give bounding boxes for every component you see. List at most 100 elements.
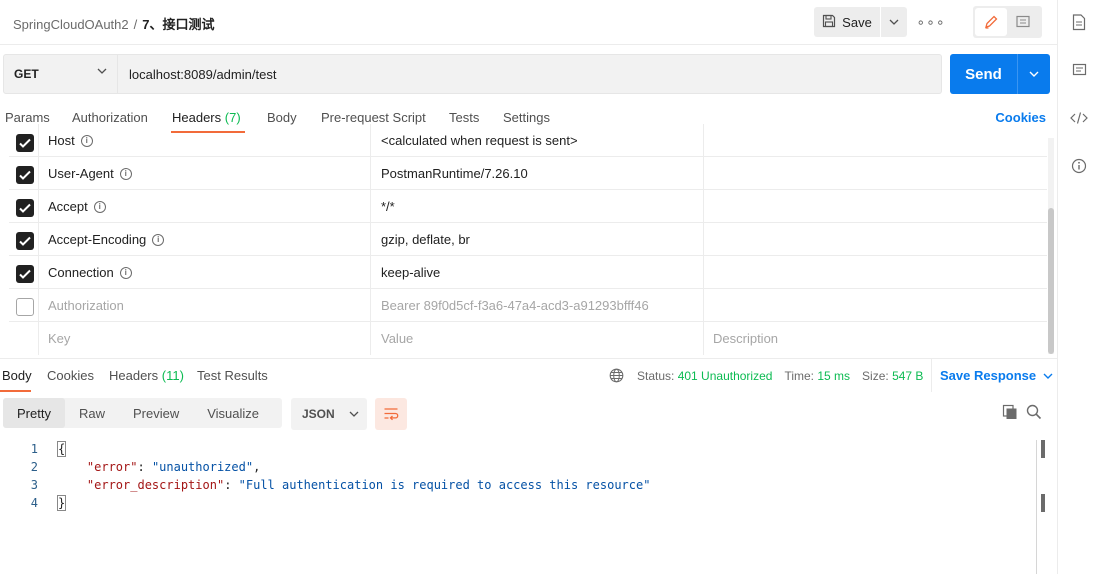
scrollbar-thumb[interactable] bbox=[1048, 208, 1054, 354]
open-brace: { bbox=[56, 441, 67, 457]
tab-body[interactable]: Body bbox=[267, 110, 297, 125]
headers-table: Host i <calculated when request is sent> … bbox=[9, 124, 1047, 355]
breadcrumb-collection[interactable]: SpringCloudOAuth2 bbox=[13, 17, 129, 32]
info-icon[interactable]: i bbox=[119, 266, 132, 279]
info-icon[interactable]: i bbox=[80, 134, 93, 147]
comments-icon[interactable] bbox=[1070, 61, 1088, 79]
header-description[interactable] bbox=[703, 157, 1047, 190]
header-value[interactable]: <calculated when request is sent> bbox=[370, 124, 703, 157]
breadcrumb-request[interactable]: 7、接口测试 bbox=[142, 17, 214, 32]
wrap-lines-icon bbox=[384, 408, 399, 421]
table-row: Accept-Encoding i gzip, deflate, br bbox=[9, 223, 1047, 256]
table-row: Host i <calculated when request is sent> bbox=[9, 124, 1047, 157]
header-checkbox[interactable] bbox=[16, 232, 34, 250]
header-value[interactable]: keep-alive bbox=[370, 256, 703, 289]
format-preview[interactable]: Preview bbox=[119, 398, 193, 428]
save-options-button[interactable] bbox=[881, 7, 907, 37]
globe-icon[interactable] bbox=[609, 368, 624, 383]
header-key[interactable]: Authorization bbox=[48, 298, 124, 313]
save-button[interactable]: Save bbox=[814, 7, 881, 37]
save-label: Save bbox=[842, 14, 872, 30]
send-button[interactable]: Send bbox=[950, 54, 1018, 94]
edit-mode-button[interactable] bbox=[975, 8, 1007, 36]
line-number: 1 bbox=[30, 442, 38, 456]
pencil-icon bbox=[985, 15, 998, 29]
time-value[interactable]: 15 ms bbox=[817, 369, 850, 383]
header-description[interactable] bbox=[703, 124, 1047, 157]
format-pretty[interactable]: Pretty bbox=[3, 398, 65, 428]
time-label: Time: bbox=[784, 368, 814, 383]
info-icon[interactable]: i bbox=[152, 233, 165, 246]
header-key[interactable]: Host bbox=[48, 133, 75, 148]
format-raw[interactable]: Raw bbox=[65, 398, 119, 428]
checkmark-icon bbox=[19, 236, 31, 246]
size-value[interactable]: 547 B bbox=[892, 369, 923, 383]
code-snippet-icon[interactable] bbox=[1070, 109, 1088, 127]
header-description[interactable] bbox=[703, 223, 1047, 256]
line-number: 2 bbox=[30, 460, 38, 474]
header-description[interactable] bbox=[703, 256, 1047, 289]
response-tab-cookies[interactable]: Cookies bbox=[47, 368, 94, 383]
copy-icon[interactable] bbox=[1002, 404, 1018, 423]
headers-scrollbar[interactable] bbox=[1048, 138, 1054, 354]
info-icon[interactable]: i bbox=[119, 167, 132, 180]
response-tab-headers-count: (11) bbox=[161, 368, 184, 383]
header-value[interactable]: PostmanRuntime/7.26.10 bbox=[370, 157, 703, 190]
tab-settings[interactable]: Settings bbox=[503, 110, 550, 125]
format-visualize[interactable]: Visualize bbox=[193, 398, 273, 428]
send-options-button[interactable] bbox=[1018, 54, 1050, 94]
response-tab-headers[interactable]: Headers (11) bbox=[109, 368, 184, 383]
save-response-button[interactable]: Save Response bbox=[931, 359, 1053, 392]
header-key[interactable]: Accept bbox=[48, 199, 88, 214]
language-select[interactable]: JSON bbox=[291, 398, 367, 430]
response-tabs: Body Cookies Headers (11) Test Results S… bbox=[0, 358, 1057, 392]
header-key[interactable]: Connection bbox=[48, 265, 114, 280]
comment-mode-button[interactable] bbox=[1007, 8, 1039, 36]
new-header-value-input[interactable]: Value bbox=[370, 322, 703, 355]
info-icon[interactable] bbox=[1070, 157, 1088, 175]
header-checkbox[interactable] bbox=[16, 199, 34, 217]
new-header-key-input[interactable]: Key bbox=[38, 322, 371, 355]
cookies-link[interactable]: Cookies bbox=[995, 110, 1046, 125]
code-scrollbar[interactable] bbox=[1036, 440, 1037, 574]
tab-pre-request-script[interactable]: Pre-request Script bbox=[321, 110, 426, 125]
search-icon[interactable] bbox=[1026, 404, 1042, 423]
header-value[interactable]: */* bbox=[370, 190, 703, 223]
info-icon[interactable]: i bbox=[93, 200, 106, 213]
chevron-down-icon bbox=[349, 411, 359, 417]
header-description[interactable] bbox=[703, 190, 1047, 223]
wrap-lines-button[interactable] bbox=[375, 398, 407, 430]
url-input[interactable]: localhost:8089/admin/test bbox=[118, 54, 942, 94]
checkmark-icon bbox=[19, 138, 31, 148]
size-label: Size: bbox=[862, 368, 889, 383]
tab-headers-label: Headers bbox=[172, 110, 222, 125]
top-bar: SpringCloudOAuth2 / 7、接口测试 Save ∘∘∘ bbox=[0, 0, 1057, 45]
language-label: JSON bbox=[302, 407, 335, 421]
header-key[interactable]: Accept-Encoding bbox=[48, 232, 146, 247]
status-value[interactable]: 401 Unauthorized bbox=[678, 369, 773, 383]
new-header-description-input[interactable]: Description bbox=[703, 322, 1047, 355]
breadcrumb: SpringCloudOAuth2 / 7、接口测试 bbox=[13, 14, 215, 33]
chevron-down-icon bbox=[97, 68, 107, 74]
header-description[interactable] bbox=[703, 289, 1047, 322]
response-tab-test-results[interactable]: Test Results bbox=[197, 368, 268, 383]
documentation-icon[interactable] bbox=[1070, 13, 1088, 31]
response-status: Status: 401 Unauthorized Time: 15 ms Siz… bbox=[609, 368, 923, 383]
tab-headers[interactable]: Headers (7) bbox=[172, 110, 241, 125]
header-value[interactable]: gzip, deflate, br bbox=[370, 223, 703, 256]
tab-authorization[interactable]: Authorization bbox=[72, 110, 148, 125]
method-select[interactable]: GET bbox=[3, 54, 118, 94]
active-tab-indicator bbox=[0, 390, 31, 392]
header-key[interactable]: User-Agent bbox=[48, 166, 114, 181]
header-checkbox[interactable] bbox=[16, 166, 34, 184]
header-checkbox[interactable] bbox=[16, 134, 34, 152]
header-value[interactable]: Bearer 89f0d5cf-f3a6-47a4-acd3-a91293bff… bbox=[370, 289, 703, 322]
more-options-button[interactable]: ∘∘∘ bbox=[916, 11, 944, 33]
tab-params[interactable]: Params bbox=[5, 110, 50, 125]
response-tab-body[interactable]: Body bbox=[2, 368, 32, 383]
header-checkbox[interactable] bbox=[16, 265, 34, 283]
tab-tests[interactable]: Tests bbox=[449, 110, 479, 125]
response-body[interactable]: 1 { 2 "error": "unauthorized", 3 "error_… bbox=[0, 440, 1040, 512]
checkmark-icon bbox=[19, 269, 31, 279]
header-checkbox[interactable] bbox=[16, 298, 34, 316]
